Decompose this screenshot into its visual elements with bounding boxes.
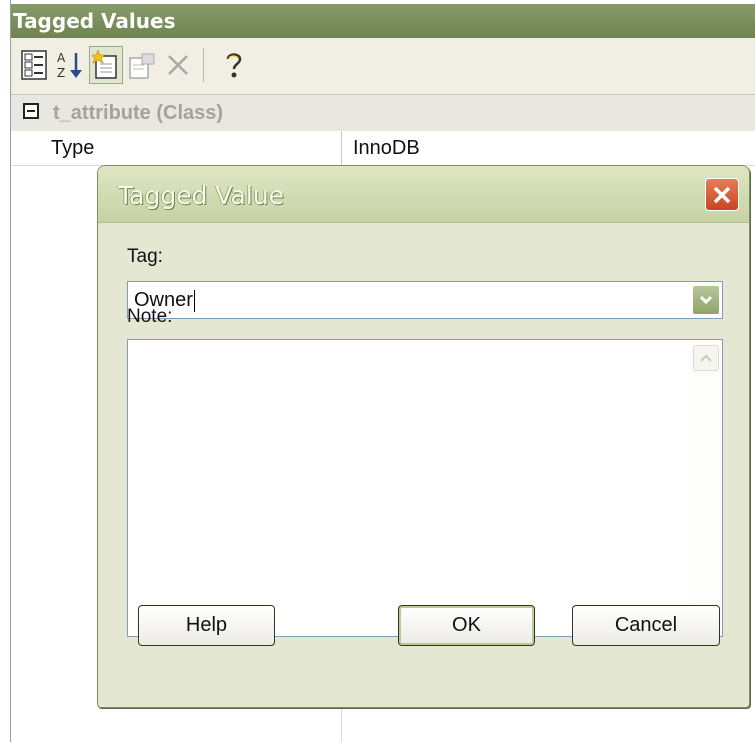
panel-title: Tagged Values: [11, 4, 755, 38]
categorized-view-icon[interactable]: [17, 46, 51, 84]
chevron-up-icon: [700, 354, 712, 362]
scroll-up-button[interactable]: [693, 345, 719, 371]
edit-tag-icon[interactable]: [125, 46, 159, 84]
cancel-button[interactable]: Cancel: [572, 605, 720, 646]
collapse-minus-icon[interactable]: [23, 103, 39, 119]
dialog-title: Tagged Value: [118, 181, 285, 210]
chevron-down-icon: [699, 295, 713, 305]
svg-text:A: A: [57, 51, 66, 65]
toolbar: A Z: [11, 38, 755, 95]
dropdown-button[interactable]: [692, 285, 720, 315]
close-button[interactable]: [705, 178, 739, 211]
help-button[interactable]: Help: [138, 605, 275, 646]
property-group-row[interactable]: t_attribute (Class): [11, 95, 755, 132]
tag-label: Tag:: [127, 246, 163, 267]
property-row-type[interactable]: Type InnoDB: [11, 131, 755, 166]
close-icon: [713, 186, 731, 203]
dialog-title-bar[interactable]: Tagged Value: [98, 166, 749, 223]
column-divider: [341, 131, 342, 165]
ok-button[interactable]: OK: [398, 605, 535, 646]
svg-text:Z: Z: [57, 66, 65, 80]
delete-icon[interactable]: [161, 46, 195, 84]
note-label: Note:: [127, 306, 173, 327]
note-textarea[interactable]: [127, 339, 723, 637]
note-scrollbar[interactable]: [691, 341, 721, 635]
text-caret: [193, 289, 195, 312]
property-value[interactable]: InnoDB: [353, 131, 420, 165]
panel-left-edge: [0, 0, 11, 742]
help-icon[interactable]: [217, 46, 251, 84]
property-name: Type: [51, 137, 95, 159]
sort-alphabetical-icon[interactable]: A Z: [53, 46, 87, 84]
group-label: t_attribute (Class): [53, 102, 224, 124]
tag-combobox[interactable]: Owner: [127, 281, 723, 319]
tagged-values-panel: Tagged Values A Z t_attribute (Class) Ty…: [0, 0, 755, 742]
new-tag-icon[interactable]: [89, 46, 123, 84]
toolbar-separator: [203, 48, 204, 82]
tagged-value-dialog: Tagged Value Tag: Owner Note: Help OK Ca…: [97, 165, 750, 708]
